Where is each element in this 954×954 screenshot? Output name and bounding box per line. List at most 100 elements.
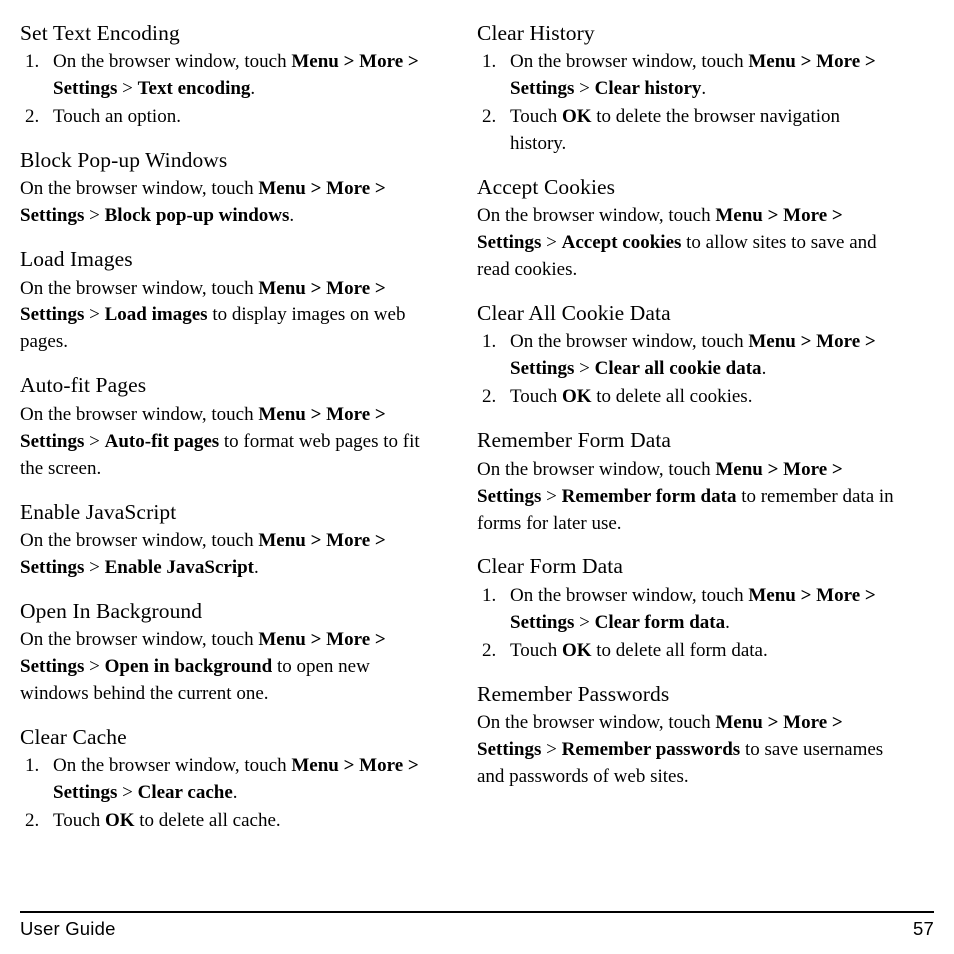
instruction-lead: On the browser window, touch (53, 755, 292, 777)
menu-path-separator: > (860, 331, 876, 353)
menu-path-token: Load images (104, 304, 208, 326)
menu-path-token: Settings (53, 78, 118, 100)
instruction-tail: . (701, 78, 707, 100)
section-paragraph: On the browser window, touch Menu > More… (20, 176, 441, 230)
instruction-tail: to delete all cookies. (591, 386, 753, 408)
menu-path-token: Settings (510, 78, 575, 100)
menu-path-token: Settings (20, 430, 85, 452)
menu-path-token: Open in background (104, 655, 273, 677)
instruction-tail: . (232, 782, 238, 803)
menu-path-separator: > (117, 782, 138, 803)
menu-path-token: Settings (53, 782, 118, 803)
menu-path-token: Enable JavaScript (104, 556, 254, 578)
menu-path-separator: > (403, 755, 419, 777)
menu-path-separator: > (84, 556, 105, 578)
section-clear-form-data: Clear Form Data 1. On the browser window, … (477, 553, 898, 664)
menu-path-separator: > (860, 584, 876, 606)
section-accept-cookies: Accept Cookies On the browser window, tou… (477, 174, 898, 284)
section-paragraph: On the browser window, touch Menu > More… (477, 710, 898, 791)
menu-path-separator: > (338, 755, 360, 777)
instruction-lead: Touch (53, 809, 105, 831)
step-item: 1. On the browser window, touch Menu > Mo… (477, 329, 898, 383)
menu-path-separator: > (795, 584, 817, 606)
menu-path-separator: > (305, 178, 327, 200)
two-column-body: Set Text Encoding 1. On the browser window… (20, 20, 934, 836)
menu-path-token: Menu (258, 529, 306, 551)
section-paragraph: On the browser window, touch Menu > More… (20, 528, 441, 582)
step-number: 2. (25, 809, 40, 831)
step-list: 1. On the browser window, touch Menu > Mo… (20, 753, 441, 835)
instruction-lead: On the browser window, touch (20, 628, 259, 650)
section-heading: Clear History (477, 21, 595, 45)
menu-path-token: Menu (715, 711, 763, 733)
menu-path-token: Menu (748, 51, 796, 73)
menu-path-token: Menu (258, 277, 306, 299)
menu-path-separator: > (370, 628, 386, 650)
menu-path-token: Menu (258, 628, 306, 650)
menu-path-separator: > (305, 403, 327, 425)
section-paragraph: On the browser window, touch Menu > More… (20, 276, 441, 357)
left-column: Set Text Encoding 1. On the browser window… (20, 20, 441, 836)
step-number: 2. (482, 106, 497, 128)
menu-path-token: Clear history (594, 78, 702, 100)
step-number: 2. (25, 106, 40, 128)
ui-key-label: OK (561, 639, 592, 661)
menu-path-token: More (783, 458, 828, 480)
menu-path-separator: > (762, 458, 784, 480)
menu-path-token: More (359, 755, 404, 777)
menu-path-token: Settings (20, 556, 85, 578)
step-number: 1. (482, 331, 497, 353)
menu-path-separator: > (541, 738, 562, 760)
menu-path-token: Block pop-up windows (104, 205, 290, 227)
user-guide-page: Set Text Encoding 1. On the browser window… (0, 0, 954, 954)
menu-path-separator: > (84, 304, 105, 326)
section-load-images: Load Images On the browser window, touch … (20, 246, 441, 356)
menu-path-separator: > (827, 458, 843, 480)
section-set-text-encoding: Set Text Encoding 1. On the browser window… (20, 20, 441, 131)
step-item: 1. On the browser window, touch Menu > Mo… (20, 753, 441, 807)
section-enable-javascript: Enable JavaScript On the browser window, … (20, 499, 441, 582)
instruction-tail: . (289, 205, 295, 227)
menu-path-separator: > (370, 277, 386, 299)
step-list: 1. On the browser window, touch Menu > Mo… (477, 329, 898, 411)
menu-path-separator: > (305, 529, 327, 551)
ui-key-label: OK (561, 106, 592, 128)
menu-path-separator: > (84, 205, 105, 227)
instruction-tail: . (254, 556, 259, 578)
footer-divider (20, 911, 934, 913)
menu-path-separator: > (762, 711, 784, 733)
section-paragraph: On the browser window, touch Menu > More… (20, 402, 441, 483)
instruction-lead: Touch (510, 386, 562, 408)
section-block-pop-up-windows: Block Pop-up Windows On the browser windo… (20, 147, 441, 230)
menu-path-token: Menu (258, 403, 306, 425)
menu-path-separator: > (827, 711, 843, 733)
step-item: 2. Touch OK to delete all cookies. (477, 384, 898, 411)
menu-path-separator: > (84, 430, 105, 452)
step-list: 1. On the browser window, touch Menu > Mo… (20, 49, 441, 131)
ui-key-label: OK (561, 386, 592, 408)
instruction-tail: to delete all form data. (591, 639, 768, 661)
ui-key-label: OK (104, 809, 135, 831)
instruction-tail: . (725, 611, 730, 633)
menu-path-token: More (816, 331, 861, 353)
step-number: 1. (482, 51, 497, 73)
menu-path-token: Settings (20, 304, 85, 326)
instruction-tail: . (761, 358, 767, 380)
step-list: 1. On the browser window, touch Menu > Mo… (477, 583, 898, 665)
section-heading: Remember Form Data (477, 428, 672, 453)
menu-path-token: Settings (477, 738, 542, 760)
menu-path-token: Auto-fit pages (104, 430, 220, 452)
instruction-tail: . (250, 78, 256, 100)
menu-path-token: More (326, 529, 371, 551)
instruction-lead: Touch (510, 639, 562, 661)
instruction-lead: On the browser window, touch (20, 529, 259, 551)
section-heading: Auto-fit Pages (20, 373, 147, 398)
section-heading: Block Pop-up Windows (20, 148, 228, 173)
section-paragraph: On the browser window, touch Menu > More… (477, 203, 898, 284)
section-remember-passwords: Remember Passwords On the browser window,… (477, 681, 898, 791)
menu-path-token: More (816, 51, 861, 73)
instruction-tail: to delete all cache. (134, 809, 281, 831)
menu-path-token: Settings (20, 655, 85, 677)
section-heading: Remember Passwords (477, 681, 670, 706)
menu-path-token: Menu (748, 331, 796, 353)
